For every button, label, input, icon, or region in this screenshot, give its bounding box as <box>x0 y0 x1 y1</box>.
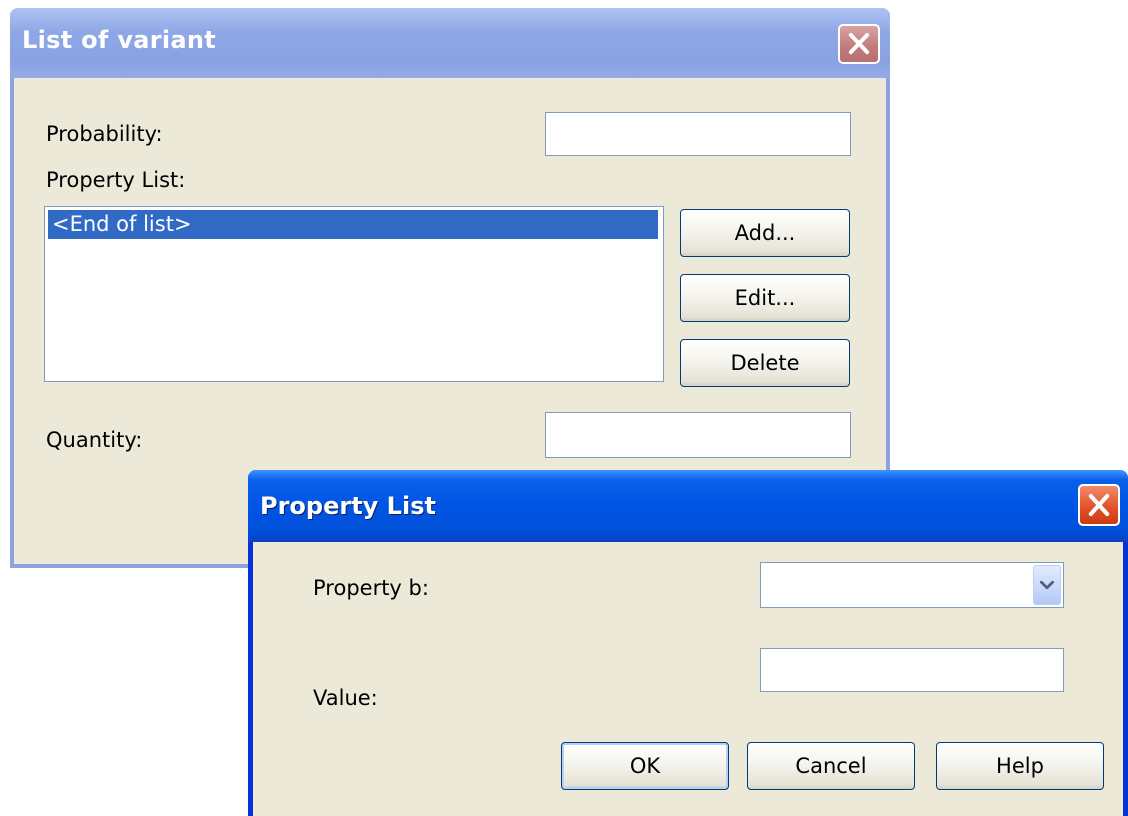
list-of-variant-close-button[interactable] <box>838 24 880 64</box>
property-b-label: Property b: <box>313 576 429 600</box>
property-list-title: Property List <box>260 492 436 520</box>
probability-input[interactable] <box>545 112 851 156</box>
property-listbox[interactable]: <End of list> <box>44 206 664 382</box>
property-b-combobox[interactable] <box>760 562 1064 608</box>
list-of-variant-title: List of variant <box>22 26 217 54</box>
edit-button[interactable]: Edit... <box>680 274 850 322</box>
list-item[interactable]: <End of list> <box>48 210 658 239</box>
chevron-down-icon <box>1040 580 1054 590</box>
list-of-variant-titlebar[interactable]: List of variant <box>10 8 890 78</box>
probability-label: Probability: <box>46 122 163 146</box>
close-icon <box>848 32 870 55</box>
value-label: Value: <box>313 686 378 710</box>
property-list-dialog: Property List Property b: Value: OK Canc… <box>248 470 1128 816</box>
property-list-label: Property List: <box>46 168 186 192</box>
property-list-titlebar[interactable]: Property List <box>248 470 1128 542</box>
property-list-close-button[interactable] <box>1078 484 1120 526</box>
quantity-input[interactable] <box>545 412 851 458</box>
help-button[interactable]: Help <box>936 742 1104 790</box>
property-b-dropdown-button[interactable] <box>1033 565 1061 605</box>
value-input[interactable] <box>760 648 1064 692</box>
cancel-button[interactable]: Cancel <box>747 742 915 790</box>
quantity-label: Quantity: <box>46 428 143 452</box>
ok-button[interactable]: OK <box>561 742 729 790</box>
close-icon <box>1088 493 1110 517</box>
add-button[interactable]: Add... <box>680 209 850 257</box>
delete-button[interactable]: Delete <box>680 339 850 387</box>
